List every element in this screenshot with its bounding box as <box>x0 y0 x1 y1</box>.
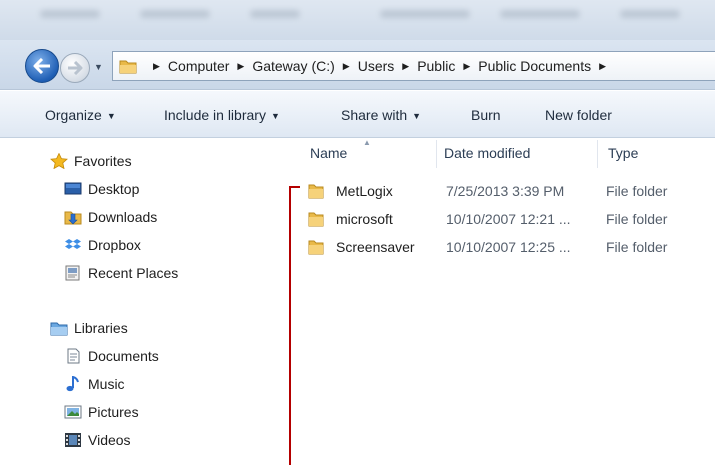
dropbox-icon <box>65 239 81 249</box>
sidebar-item-music[interactable]: Music <box>64 376 125 392</box>
forward-button[interactable] <box>60 53 90 83</box>
red-annotation-tick <box>289 186 300 188</box>
new-folder-button[interactable]: New folder <box>545 107 612 123</box>
sidebar-favorites-header[interactable]: Favorites <box>50 153 132 169</box>
file-row-metlogix[interactable]: MetLogix 7/25/2013 3:39 PM File folder <box>308 179 715 203</box>
star-icon <box>50 153 68 169</box>
folder-icon <box>119 60 137 74</box>
blurred-title-segment <box>500 10 580 18</box>
breadcrumb-separator-icon[interactable]: ▶ <box>463 61 470 72</box>
column-header-date-modified[interactable]: Date modified <box>444 145 530 161</box>
sidebar-item-dropbox[interactable]: Dropbox <box>64 237 141 253</box>
navigation-pane <box>0 139 290 465</box>
include-in-library-label: Include in library <box>164 107 266 123</box>
back-button[interactable] <box>25 49 59 83</box>
file-row-screensaver[interactable]: Screensaver 10/10/2007 12:25 ... File fo… <box>308 235 715 259</box>
sidebar-item-documents[interactable]: Documents <box>64 348 159 364</box>
blurred-title-segment <box>380 10 470 18</box>
address-bar[interactable]: ▶ Computer ▶ Gateway (C:) ▶ Users ▶ Publ… <box>112 51 715 81</box>
recent-pages-dropdown[interactable]: ▼ <box>94 62 106 74</box>
arrow-right-icon <box>68 61 83 75</box>
blurred-title-segment <box>620 10 680 18</box>
breadcrumb-separator-icon[interactable]: ▶ <box>599 61 606 72</box>
music-note-icon <box>66 376 79 392</box>
breadcrumb-separator-icon[interactable]: ▶ <box>237 61 244 72</box>
folder-icon <box>308 240 324 255</box>
videos-film-icon <box>65 433 81 447</box>
sidebar-item-label: Videos <box>88 432 131 448</box>
sidebar-item-desktop[interactable]: Desktop <box>64 181 139 197</box>
column-divider[interactable] <box>597 140 598 168</box>
chevron-down-icon: ▼ <box>270 111 280 121</box>
sort-ascending-icon: ▲ <box>363 138 371 147</box>
chevron-down-icon: ▼ <box>412 111 422 121</box>
blurred-title-segment <box>250 10 300 18</box>
sidebar-libraries-header[interactable]: Libraries <box>50 320 128 336</box>
desktop-icon <box>64 182 82 195</box>
sidebar-libraries-label: Libraries <box>74 320 128 336</box>
folder-icon <box>308 184 324 199</box>
breadcrumb-drive[interactable]: Gateway (C:) <box>252 58 334 74</box>
arrow-left-icon <box>33 58 50 74</box>
window-titlebar <box>0 0 715 40</box>
chevron-down-icon: ▼ <box>94 62 103 72</box>
file-date: 10/10/2007 12:21 ... <box>446 211 571 227</box>
downloads-folder-icon <box>64 211 82 225</box>
sidebar-item-pictures[interactable]: Pictures <box>64 404 139 420</box>
column-header-name[interactable]: Name <box>310 145 347 161</box>
breadcrumb-users[interactable]: Users <box>358 58 395 74</box>
breadcrumb-public[interactable]: Public <box>417 58 455 74</box>
breadcrumb: ▶ Computer ▶ Gateway (C:) ▶ Users ▶ Publ… <box>145 58 614 74</box>
breadcrumb-separator-icon[interactable]: ▶ <box>402 61 409 72</box>
blurred-title-segment <box>140 10 210 18</box>
file-type: File folder <box>606 211 668 227</box>
sidebar-item-label: Music <box>88 376 125 392</box>
file-type: File folder <box>606 239 668 255</box>
file-type: File folder <box>606 183 668 199</box>
file-name: Screensaver <box>336 239 415 255</box>
sidebar-item-label: Dropbox <box>88 237 141 253</box>
sidebar-favorites-label: Favorites <box>74 153 132 169</box>
breadcrumb-computer[interactable]: Computer <box>168 58 229 74</box>
breadcrumb-separator-icon[interactable]: ▶ <box>343 61 350 72</box>
file-date: 7/25/2013 3:39 PM <box>446 183 565 199</box>
breadcrumb-separator-icon[interactable]: ▶ <box>153 61 160 72</box>
chevron-down-icon: ▼ <box>106 111 116 121</box>
organize-button[interactable]: Organize ▼ <box>45 107 116 123</box>
pictures-icon <box>64 405 82 419</box>
breadcrumb-public-documents[interactable]: Public Documents <box>478 58 591 74</box>
share-with-label: Share with <box>341 107 408 123</box>
file-date: 10/10/2007 12:25 ... <box>446 239 571 255</box>
file-name: MetLogix <box>336 183 393 199</box>
file-name: microsoft <box>336 211 393 227</box>
sidebar-item-label: Downloads <box>88 209 158 225</box>
red-annotation-line <box>289 186 291 465</box>
sidebar-item-downloads[interactable]: Downloads <box>64 209 157 225</box>
sidebar-item-label: Recent Places <box>88 265 179 281</box>
file-row-microsoft[interactable]: microsoft 10/10/2007 12:21 ... File fold… <box>308 207 715 231</box>
libraries-icon <box>50 322 68 336</box>
documents-icon <box>67 348 80 364</box>
sidebar-item-label: Desktop <box>88 181 140 197</box>
burn-button[interactable]: Burn <box>471 107 501 123</box>
blurred-title-segment <box>40 10 100 18</box>
sidebar-item-videos[interactable]: Videos <box>64 432 131 448</box>
share-with-button[interactable]: Share with ▼ <box>341 107 421 123</box>
include-in-library-button[interactable]: Include in library ▼ <box>164 107 280 123</box>
sidebar-item-label: Pictures <box>88 404 139 420</box>
recent-places-icon <box>65 265 80 281</box>
column-header-type[interactable]: Type <box>608 145 638 161</box>
column-divider[interactable] <box>436 140 437 168</box>
organize-label: Organize <box>45 107 102 123</box>
sidebar-item-recent-places[interactable]: Recent Places <box>64 265 178 281</box>
sidebar-item-label: Documents <box>88 348 159 364</box>
folder-icon <box>308 212 324 227</box>
